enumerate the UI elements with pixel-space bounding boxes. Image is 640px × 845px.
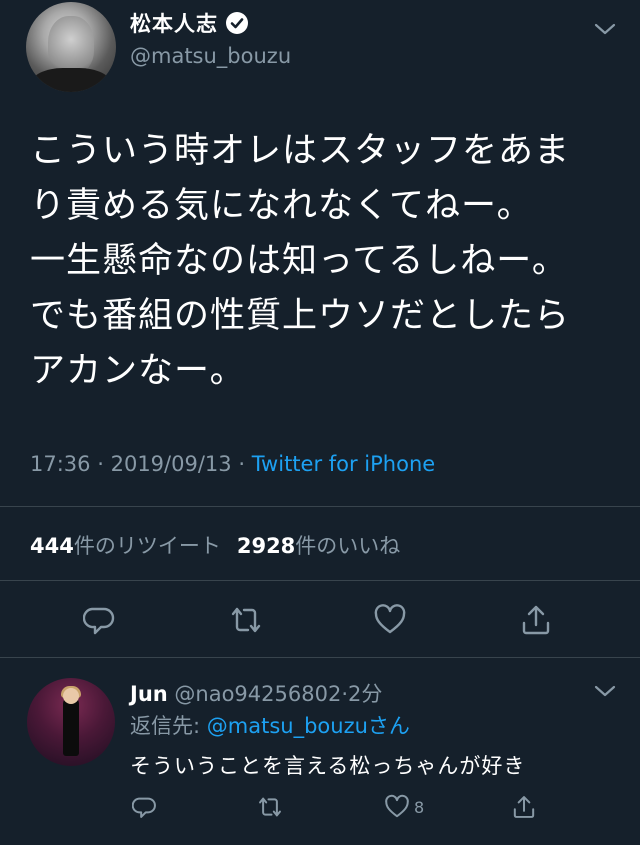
tweet-time: 17:36 — [30, 452, 91, 476]
avatar-figure — [63, 696, 79, 756]
like-count: 2928 — [236, 534, 296, 558]
reply-retweet-button[interactable] — [257, 794, 283, 820]
divider — [0, 506, 640, 507]
retweet-arrows-icon — [259, 797, 281, 817]
author-handle[interactable]: @matsu_bouzu — [130, 44, 291, 68]
reply-text: そういうことを言える松っちゃんが好き — [130, 754, 526, 778]
heart-icon — [374, 604, 406, 634]
retweet-arrows-icon — [231, 607, 261, 633]
tweet-date: 2019/09/13 — [110, 452, 232, 476]
reply-button[interactable] — [82, 602, 118, 638]
divider — [0, 657, 640, 658]
reply-share-button[interactable] — [511, 794, 537, 820]
reply-author-name[interactable]: Jun — [130, 682, 168, 706]
verified-badge-icon — [226, 12, 248, 34]
like-stat[interactable]: 2928件のいいね — [237, 534, 400, 558]
reply-bubble-icon — [132, 797, 156, 818]
replying-suffix: さん — [367, 714, 410, 738]
reply-time: 2分 — [348, 682, 383, 706]
reply-author-handle[interactable]: @nao94256802 — [174, 682, 341, 706]
author-name-row: 松本人志 — [130, 8, 248, 38]
author-display-name[interactable]: 松本人志 — [130, 8, 218, 38]
share-upload-icon — [513, 796, 535, 818]
avatar-shirt — [31, 68, 111, 92]
replying-prefix: 返信先: — [130, 714, 207, 738]
chevron-down-icon[interactable] — [594, 684, 616, 698]
reply-separator: · — [341, 682, 349, 706]
tweet-text: こういう時オレはスタッフをあま り責める気になれなくてねー。 一生懸命なのは知っ… — [30, 131, 571, 391]
reply-reply-button[interactable] — [132, 794, 158, 820]
retweet-button[interactable] — [228, 602, 264, 638]
retweet-label: 件のリツイート — [73, 534, 221, 558]
meta-separator: · — [238, 452, 246, 476]
author-avatar[interactable] — [26, 2, 116, 92]
avatar-face — [48, 16, 94, 74]
reply-bubble-icon — [83, 607, 115, 635]
heart-icon — [385, 794, 409, 818]
reply-like-button[interactable]: 8 — [384, 794, 424, 820]
divider — [0, 580, 640, 581]
like-button[interactable] — [372, 602, 408, 638]
replying-mention-link[interactable]: @matsu_bouzu — [207, 714, 368, 738]
meta-separator: · — [97, 452, 104, 476]
share-upload-icon — [522, 605, 550, 635]
chevron-down-icon[interactable] — [594, 22, 616, 36]
reply-like-count: 8 — [414, 797, 425, 817]
reply-author-avatar[interactable] — [27, 678, 115, 766]
avatar-head — [63, 688, 79, 704]
tweet-meta: 17:36 · 2019/09/13 · Twitter for iPhone — [30, 452, 435, 476]
retweet-count: 444 — [30, 534, 74, 558]
reply-header: Jun @nao94256802·2分 — [130, 678, 382, 708]
like-label: 件のいいね — [295, 534, 401, 558]
share-button[interactable] — [518, 602, 554, 638]
tweet-stats: 444件のリツイート 2928件のいいね — [30, 530, 400, 560]
replying-to: 返信先: @matsu_bouzuさん — [130, 710, 410, 740]
tweet-source-link[interactable]: Twitter for iPhone — [252, 452, 436, 476]
retweet-stat[interactable]: 444件のリツイート — [30, 534, 221, 558]
